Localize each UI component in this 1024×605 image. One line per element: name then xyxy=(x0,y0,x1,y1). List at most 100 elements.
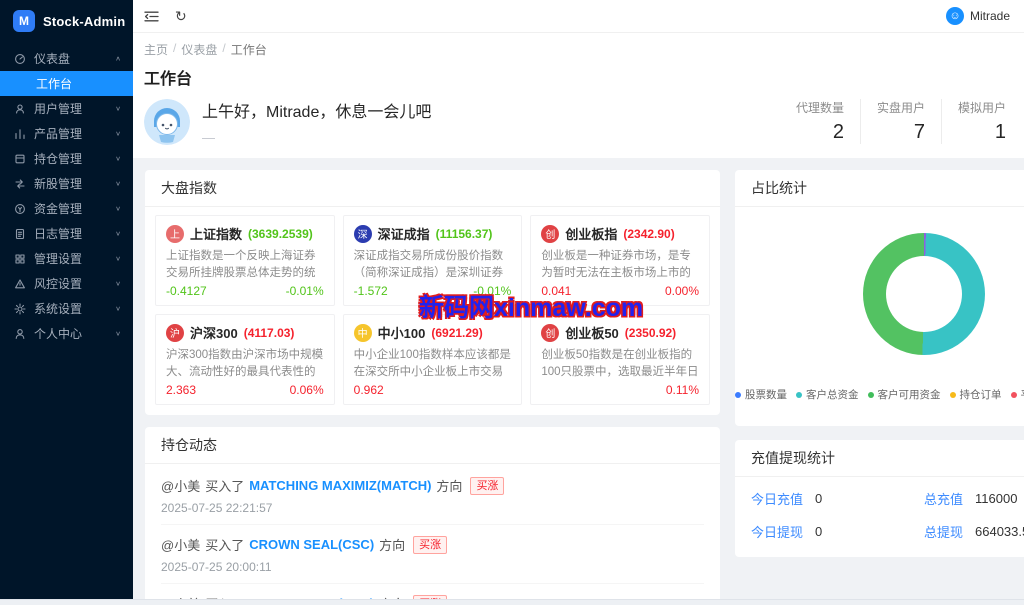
sidebar-item-workbench-active[interactable]: 工作台 xyxy=(0,71,133,96)
list-item: @小美 买入了 MATCHING MAXIMIZ(MATCH) 方向 买涨 20… xyxy=(161,466,704,525)
horizontal-scrollbar[interactable] xyxy=(0,599,1024,605)
position-activity-title: 持仓动态 xyxy=(145,427,720,464)
app-logo-icon: M xyxy=(13,10,35,32)
sidebar-item-personal-center[interactable]: 个人中心 ∨ xyxy=(0,321,133,346)
sidebar-subitem-label: 工作台 xyxy=(36,77,73,91)
breadcrumb-dashboard[interactable]: 仪表盘 xyxy=(181,41,217,58)
legend-dot xyxy=(949,391,956,398)
chevron-up-icon: ∧ xyxy=(115,54,121,63)
sidebar-item-user-mgmt[interactable]: 用户管理 ∨ xyxy=(0,96,133,121)
legend-item-total-funds[interactable]: 客户总资金 xyxy=(796,387,859,402)
market-index-card: 大盘指数 上 上证指数 (3639.2539) 上证指数是一个反映上海证券交易所… xyxy=(145,170,720,415)
recharge-withdraw-title: 充值提现统计 xyxy=(735,440,1024,477)
chevron-down-icon: ∨ xyxy=(115,204,121,213)
ratio-donut xyxy=(863,233,985,355)
legend-dot xyxy=(796,391,802,398)
sidebar-item-label: 产品管理 xyxy=(34,127,83,141)
position-user: @小美 xyxy=(161,479,201,494)
legend-item-available-funds[interactable]: 客户可用资金 xyxy=(867,387,941,402)
reload-icon[interactable]: ↻ xyxy=(175,8,187,25)
position-stock-link[interactable]: CROWN SEAL(CSC) xyxy=(249,537,374,552)
index-tile-sme100: 中 中小100 (6921.29) 中小企业100指数样本应该都是在深交所中小企… xyxy=(342,314,523,405)
breadcrumb-current: 工作台 xyxy=(230,43,267,57)
chart-legend: 股票数量 客户总资金 客户可用资金 持仓订单 平仓订单 总入金 xyxy=(735,387,1024,426)
chevron-down-icon: ∨ xyxy=(115,154,121,163)
sidebar-item-label: 资金管理 xyxy=(34,202,83,216)
sidebar-item-risk-settings[interactable]: 风控设置 ∨ xyxy=(0,271,133,296)
index-icon: 创 xyxy=(541,323,560,342)
index-tile-chinext50: 创 创业板50 (2350.92) 创业板50指数是在创业板指的100只股票中，… xyxy=(530,314,710,405)
sidebar-item-admin-settings[interactable]: 管理设置 ∨ xyxy=(0,246,133,271)
document-icon xyxy=(14,228,26,240)
sidebar-item-product-mgmt[interactable]: 产品管理 ∨ xyxy=(0,121,133,146)
list-item: @小美 买入了 CROWN SEAL(CSC) 方向 买涨 2025-07-25… xyxy=(161,525,704,584)
folder-icon xyxy=(14,153,26,165)
sidebar-item-label: 风控设置 xyxy=(34,277,83,291)
sidebar-item-funds-mgmt[interactable]: 资金管理 ∨ xyxy=(0,196,133,221)
index-icon: 深 xyxy=(353,224,372,243)
sidebar-menu: 仪表盘 ∧ 工作台 用户管理 ∨ 产品管理 ∨ 持仓管理 ∨ 新股管理 ∨ 资金… xyxy=(0,46,133,346)
legend-item-open-orders[interactable]: 持仓订单 xyxy=(949,387,1002,402)
greeting-avatar xyxy=(144,98,190,145)
index-icon: 沪 xyxy=(166,323,184,342)
sidebar-item-label: 新股管理 xyxy=(34,177,83,191)
grid-icon xyxy=(14,253,26,265)
index-tile-hs300: 沪 沪深300 (4117.03) 沪深300指数由沪深市场中规模大、流动性好的… xyxy=(155,314,335,405)
position-activity-list: @小美 买入了 MATCHING MAXIMIZ(MATCH) 方向 买涨 20… xyxy=(145,464,720,605)
user-menu[interactable]: ☺ Mitrade xyxy=(945,7,1010,25)
index-tile-shenzhen: 深 深证成指 (11156.37) 深证成指交易所成份股价指数（简称深证成指）是… xyxy=(342,215,523,306)
chevron-down-icon: ∨ xyxy=(115,329,121,338)
chevron-down-icon: ∨ xyxy=(115,104,121,113)
sidebar-item-position-mgmt[interactable]: 持仓管理 ∨ xyxy=(0,146,133,171)
app-logo[interactable]: M Stock-Admin xyxy=(0,0,133,42)
menu-fold-icon[interactable] xyxy=(144,10,159,23)
index-tile-chinext: 创 创业板指 (2342.90) 创业板是一种证券市场，是专为暂时无法在主板市场… xyxy=(530,215,710,306)
chevron-down-icon: ∨ xyxy=(115,129,121,138)
index-icon: 上 xyxy=(166,224,184,243)
topbar: ↻ ☺ Mitrade xyxy=(133,0,1024,33)
sidebar-item-dashboard[interactable]: 仪表盘 ∧ xyxy=(0,46,133,71)
sidebar: M Stock-Admin 仪表盘 ∧ 工作台 用户管理 ∨ 产品管理 ∨ 持仓… xyxy=(0,0,133,605)
direction-badge: 买涨 xyxy=(470,476,505,495)
header-stats: 代理数量 2 实盘用户 7 模拟用户 1 xyxy=(780,99,1008,144)
sidebar-item-newstock-mgmt[interactable]: 新股管理 ∨ xyxy=(0,171,133,196)
position-timestamp: 2025-07-25 22:21:57 xyxy=(161,501,273,515)
legend-item-stock-count[interactable]: 股票数量 xyxy=(735,387,787,402)
today-recharge: 今日充值 0 xyxy=(751,491,823,507)
position-stock-link[interactable]: MATCHING MAXIMIZ(MATCH) xyxy=(249,478,431,493)
market-index-title: 大盘指数 xyxy=(145,170,720,207)
bar-chart-icon xyxy=(14,128,26,140)
chevron-down-icon: ∨ xyxy=(115,229,121,238)
sidebar-item-label: 日志管理 xyxy=(34,227,83,241)
page-title: 工作台 xyxy=(144,71,193,88)
chevron-down-icon: ∨ xyxy=(115,179,121,188)
index-icon: 中 xyxy=(353,323,372,342)
chevron-down-icon: ∨ xyxy=(115,279,121,288)
greeting-text: 上午好，Mitrade，休息一会儿吧 xyxy=(202,104,432,121)
warning-triangle-icon xyxy=(14,278,26,290)
user-avatar: ☺ xyxy=(945,7,964,25)
app-title: Stock-Admin xyxy=(43,13,126,29)
index-tile-shanghai: 上 上证指数 (3639.2539) 上证指数是一个反映上海证券交易所挂牌股票总… xyxy=(155,215,335,306)
index-icon: 创 xyxy=(541,224,560,243)
chevron-down-icon: ∨ xyxy=(115,254,121,263)
sidebar-item-label: 管理设置 xyxy=(34,252,83,266)
total-recharge: 总充值 116000 xyxy=(924,491,1018,507)
legend-item-closed-orders[interactable]: 平仓订单 xyxy=(1010,387,1024,402)
page-header: 主页/ 仪表盘/ 工作台 工作台 上午好，Mitrade，休息一会儿吧 — xyxy=(133,33,1024,158)
user-name: Mitrade xyxy=(969,9,1010,23)
legend-dot xyxy=(1010,391,1017,398)
breadcrumb-home[interactable]: 主页 xyxy=(144,41,168,58)
position-user: @小美 xyxy=(161,538,201,553)
legend-dot xyxy=(735,391,741,398)
ratio-stats-card: 占比统计 股票数量 客户总资金 客户可用资金 持仓订单 平仓订单 总入金 xyxy=(735,170,1024,426)
recharge-withdraw-card: 充值提现统计 今日充值0 总充值116000 今日提现0 总提现664033.5… xyxy=(735,440,1024,557)
swap-arrows-icon xyxy=(14,178,26,190)
sidebar-item-system-settings[interactable]: 系统设置 ∨ xyxy=(0,296,133,321)
position-activity-card: 持仓动态 @小美 买入了 MATCHING MAXIMIZ(MATCH) 方向 … xyxy=(145,427,720,605)
stat-demo-users: 模拟用户 1 xyxy=(940,99,1008,144)
users-icon xyxy=(14,103,26,115)
sidebar-item-log-mgmt[interactable]: 日志管理 ∨ xyxy=(0,221,133,246)
sidebar-item-label: 个人中心 xyxy=(34,327,83,341)
gear-icon xyxy=(14,302,26,315)
